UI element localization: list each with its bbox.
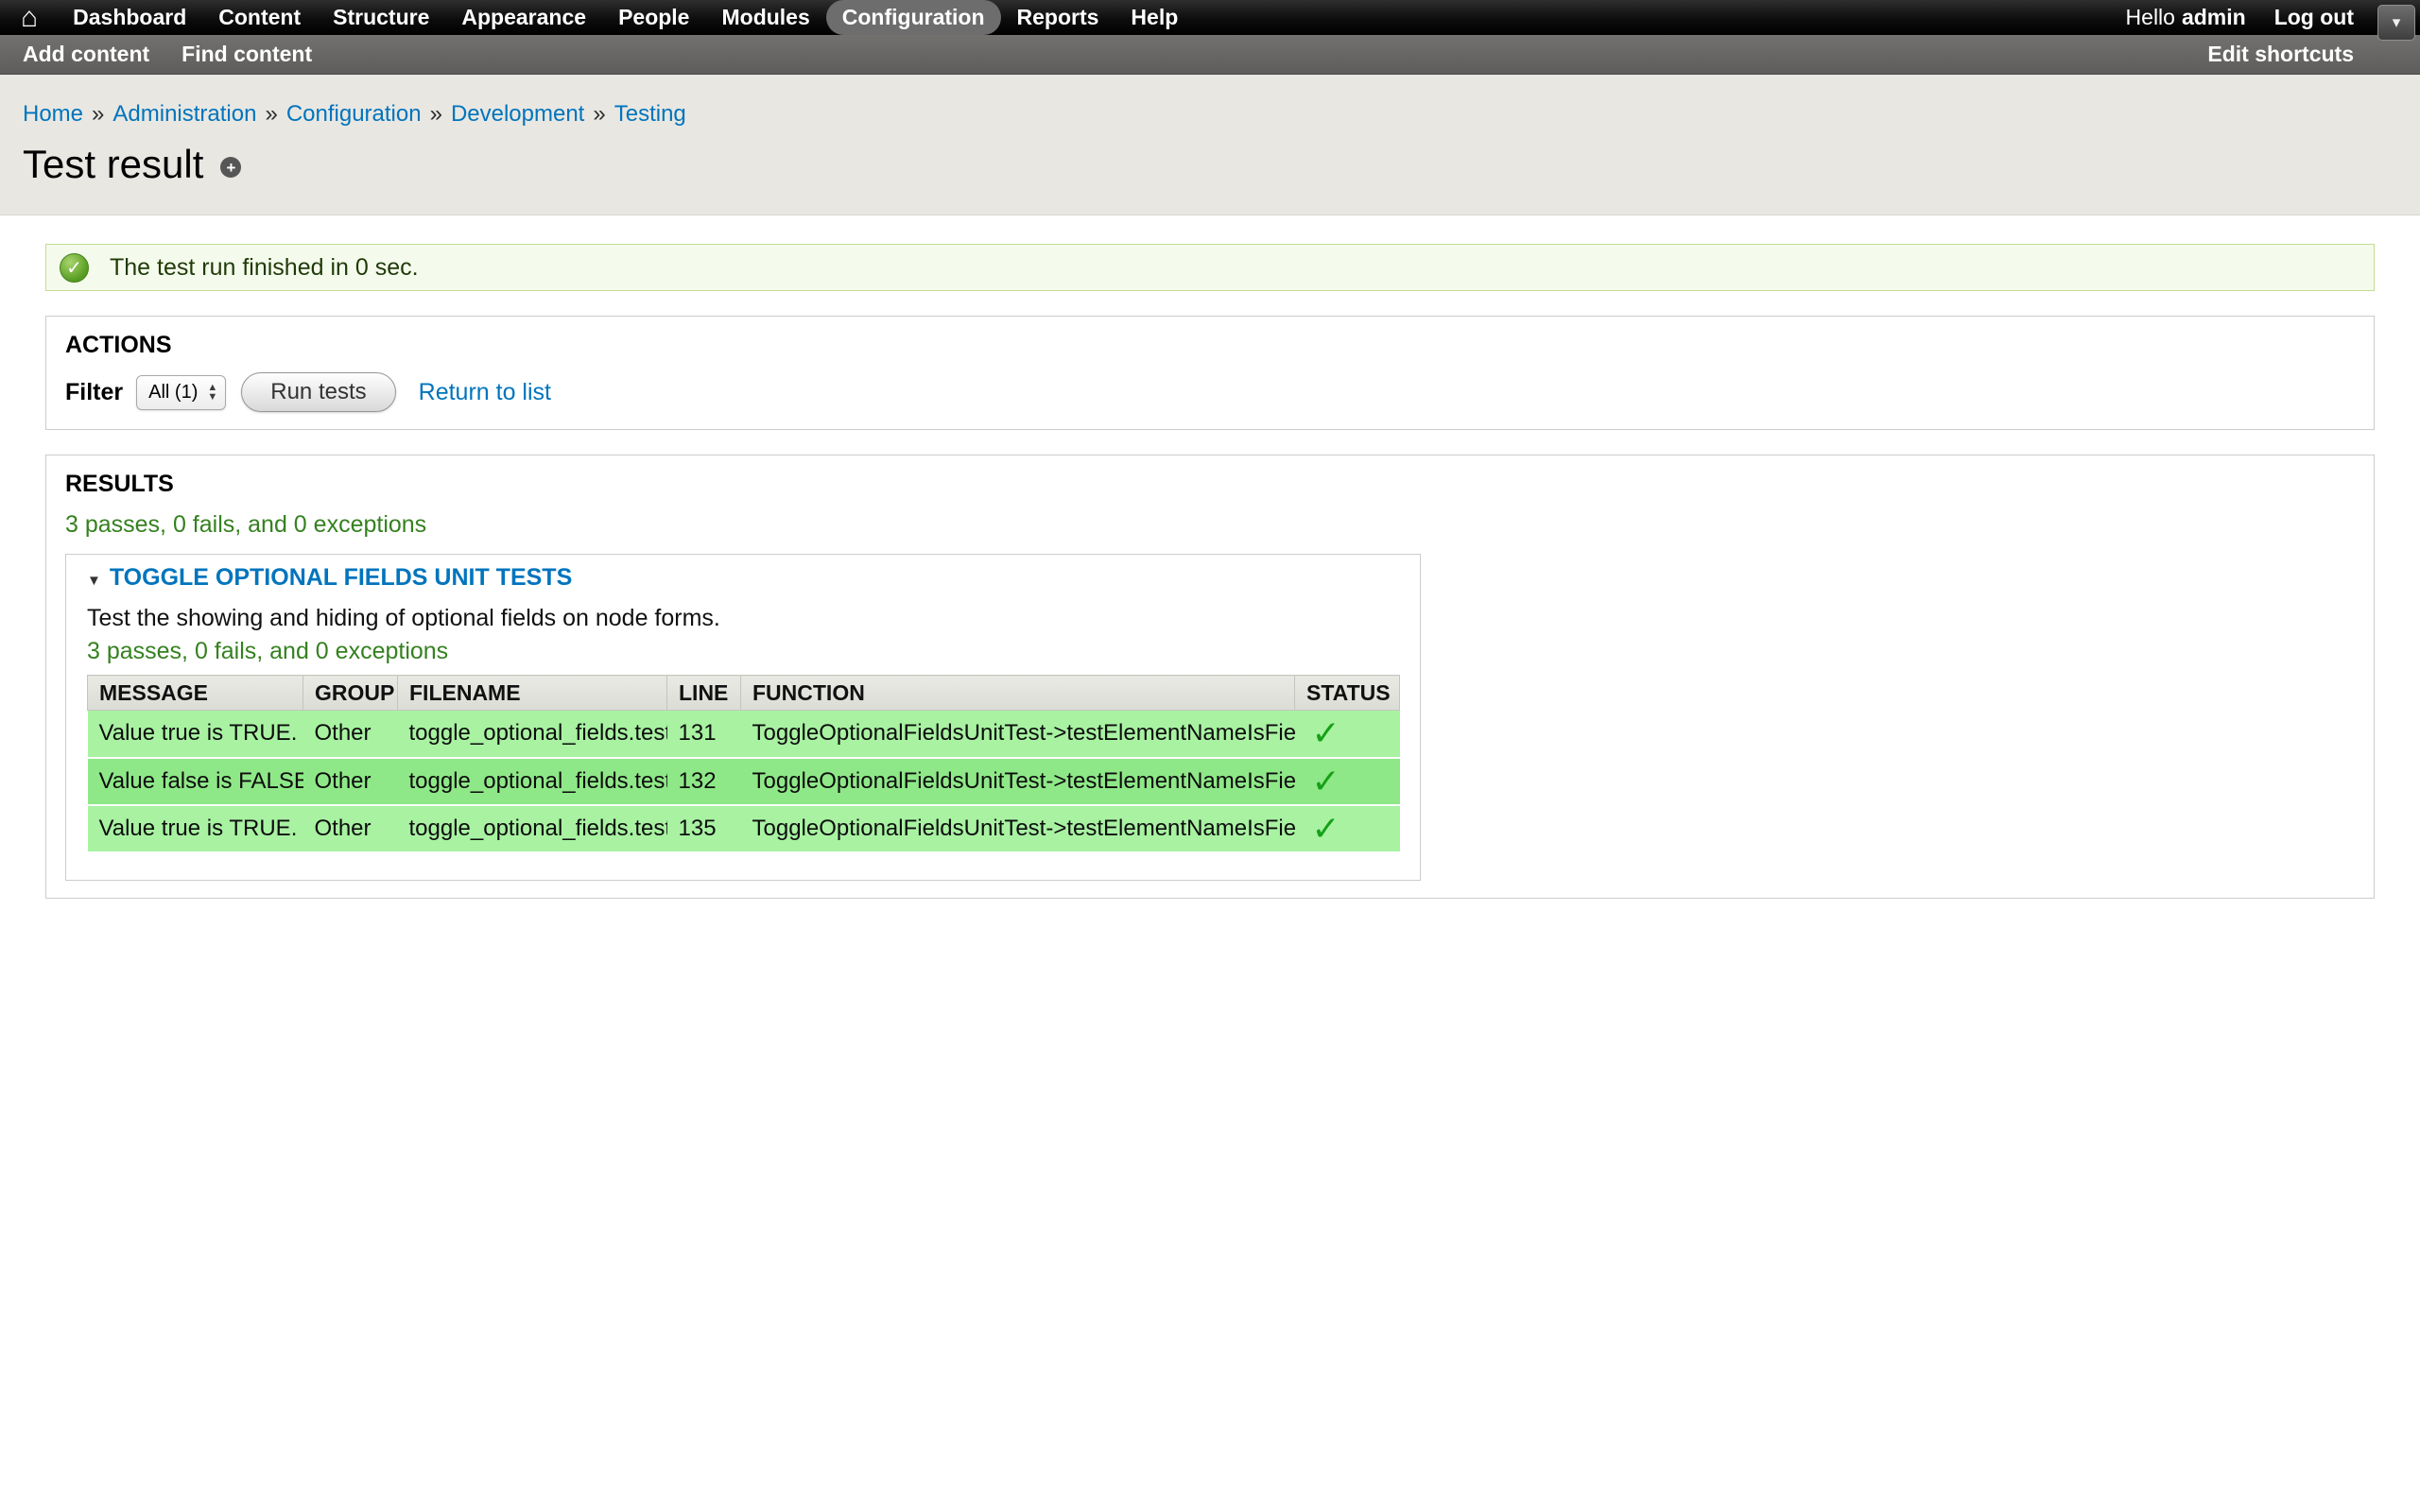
logout-link[interactable]: Log out (2274, 5, 2354, 30)
col-header-group: GROUP (303, 676, 398, 711)
test-group-description: Test the showing and hiding of optional … (87, 605, 1399, 632)
col-header-filename: FILENAME (398, 676, 667, 711)
col-header-message: MESSAGE (88, 676, 303, 711)
col-header-line: LINE (667, 676, 741, 711)
breadcrumb-separator: » (430, 101, 442, 127)
cell-group: Other (303, 805, 398, 852)
filter-label: Filter (65, 379, 123, 406)
toolbar-item-modules[interactable]: Modules (705, 0, 825, 35)
cell-line: 132 (667, 758, 741, 805)
table-row: Value false is FALSE. Other toggle_optio… (88, 758, 1400, 805)
shortcut-add-content[interactable]: Add content (23, 42, 149, 67)
shortcut-find-content[interactable]: Find content (182, 42, 312, 67)
cell-group: Other (303, 711, 398, 758)
breadcrumb-separator: » (265, 101, 277, 127)
breadcrumb-link-development[interactable]: Development (451, 101, 584, 127)
pass-check-icon: ✓ (1295, 758, 1400, 805)
edit-shortcuts-link[interactable]: Edit shortcuts (2207, 42, 2354, 67)
breadcrumb-link-testing[interactable]: Testing (614, 101, 686, 127)
toolbar-item-appearance[interactable]: Appearance (445, 0, 602, 35)
toolbar-item-configuration[interactable]: Configuration (826, 0, 1001, 35)
results-legend: RESULTS (65, 471, 2355, 498)
toolbar-item-reports[interactable]: Reports (1001, 0, 1115, 35)
test-group-summary: 3 passes, 0 fails, and 0 exceptions (87, 638, 1399, 665)
breadcrumb: Home » Administration » Configuration » Develo… (23, 101, 2397, 128)
test-group-fieldset: ▼ TOGGLE OPTIONAL FIELDS UNIT TESTS Test … (65, 554, 1421, 881)
admin-menu: Dashboard Content Structure Appearance P… (57, 0, 1194, 35)
cell-filename: toggle_optional_fields.test (398, 758, 667, 805)
filter-select[interactable]: All (1) ▲▼ (136, 375, 226, 410)
results-table: MESSAGE GROUP FILENAME LINE FUNCTION STA… (87, 675, 1400, 853)
filter-row: Filter All (1) ▲▼ Run tests Return to li… (65, 372, 2355, 412)
cell-group: Other (303, 758, 398, 805)
breadcrumb-separator: » (593, 101, 605, 127)
cell-message: Value true is TRUE. (88, 711, 303, 758)
table-header-row: MESSAGE GROUP FILENAME LINE FUNCTION STA… (88, 676, 1400, 711)
results-fieldset: RESULTS 3 passes, 0 fails, and 0 excepti… (45, 455, 2375, 899)
add-shortcut-icon[interactable]: + (220, 157, 241, 178)
main-content: ✓ The test run finished in 0 sec. ACTION… (0, 244, 2420, 899)
test-group-toggle[interactable]: ▼ TOGGLE OPTIONAL FIELDS UNIT TESTS (87, 564, 1399, 592)
cell-message: Value true is TRUE. (88, 805, 303, 852)
breadcrumb-link-home[interactable]: Home (23, 101, 83, 127)
shortcuts-bar: Add content Find content Edit shortcuts (0, 35, 2420, 75)
collapse-arrow-icon: ▼ (87, 573, 101, 589)
cell-function: ToggleOptionalFieldsUnitTest->testElemen… (741, 711, 1295, 758)
user-greeting: Helloadmin (2126, 5, 2246, 30)
cell-message: Value false is FALSE. (88, 758, 303, 805)
pass-check-icon: ✓ (1295, 711, 1400, 758)
cell-line: 135 (667, 805, 741, 852)
test-group-title[interactable]: TOGGLE OPTIONAL FIELDS UNIT TESTS (110, 564, 572, 591)
toolbar-toggle-button[interactable]: ▾ (2377, 5, 2415, 41)
toolbar-item-dashboard[interactable]: Dashboard (57, 0, 202, 35)
table-row: Value true is TRUE. Other toggle_optiona… (88, 805, 1400, 852)
home-icon[interactable]: ⌂ (21, 4, 38, 32)
col-header-function: FUNCTION (741, 676, 1295, 711)
status-ok-icon: ✓ (60, 253, 89, 283)
actions-legend: ACTIONS (65, 332, 2355, 359)
cell-filename: toggle_optional_fields.test (398, 805, 667, 852)
status-message: ✓ The test run finished in 0 sec. (45, 244, 2375, 291)
results-summary: 3 passes, 0 fails, and 0 exceptions (65, 511, 2355, 539)
cell-filename: toggle_optional_fields.test (398, 711, 667, 758)
select-stepper-icon: ▲▼ (207, 383, 217, 402)
toolbar-item-people[interactable]: People (602, 0, 705, 35)
col-header-status: STATUS (1295, 676, 1400, 711)
run-tests-button[interactable]: Run tests (241, 372, 395, 412)
chevron-down-icon: ▾ (2393, 13, 2401, 32)
page-header: Home » Administration » Configuration » Develo… (0, 75, 2420, 215)
toolbar-item-structure[interactable]: Structure (317, 0, 445, 35)
toolbar-item-content[interactable]: Content (202, 0, 317, 35)
pass-check-icon: ✓ (1295, 805, 1400, 852)
breadcrumb-link-configuration[interactable]: Configuration (286, 101, 422, 127)
admin-toolbar: ⌂ Dashboard Content Structure Appearance… (0, 0, 2420, 35)
toolbar-user-area: Helloadmin Log out (2126, 5, 2420, 30)
status-message-text: The test run finished in 0 sec. (110, 254, 419, 282)
cell-line: 131 (667, 711, 741, 758)
cell-function: ToggleOptionalFieldsUnitTest->testElemen… (741, 805, 1295, 852)
toolbar-item-help[interactable]: Help (1115, 0, 1194, 35)
actions-fieldset: ACTIONS Filter All (1) ▲▼ Run tests Retu… (45, 316, 2375, 430)
username: admin (2182, 5, 2246, 29)
return-to-list-link[interactable]: Return to list (419, 379, 551, 406)
breadcrumb-link-administration[interactable]: Administration (112, 101, 256, 127)
breadcrumb-separator: » (92, 101, 104, 127)
table-row: Value true is TRUE. Other toggle_optiona… (88, 711, 1400, 758)
filter-select-value: All (1) (148, 382, 198, 404)
cell-function: ToggleOptionalFieldsUnitTest->testElemen… (741, 758, 1295, 805)
page-title: Test result (23, 143, 203, 186)
